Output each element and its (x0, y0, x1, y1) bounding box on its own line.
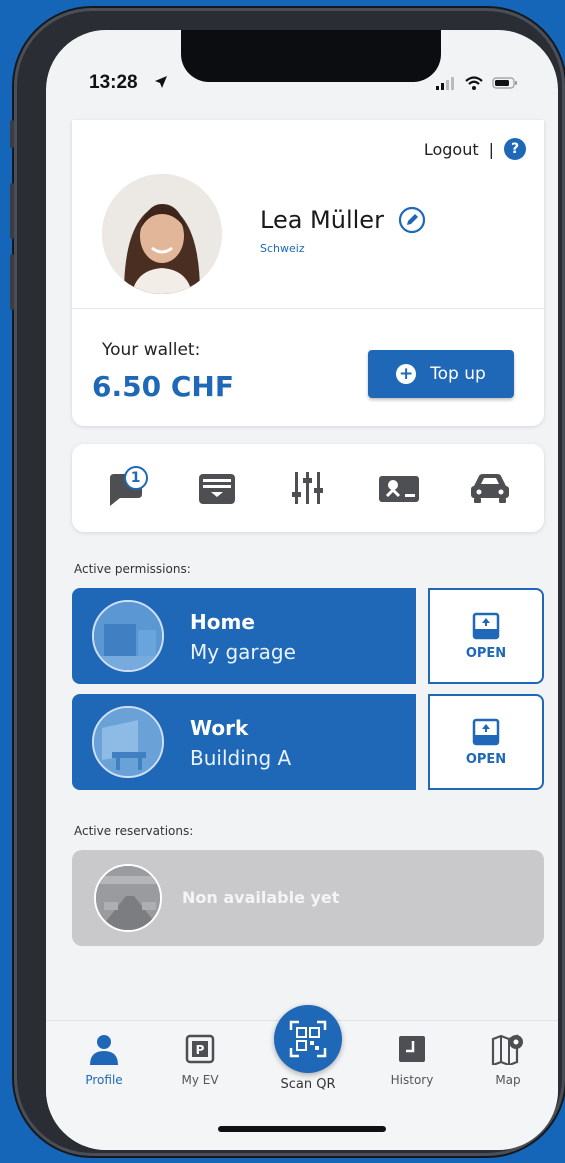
permission-subtitle: My garage (190, 640, 296, 664)
avatar-photo (102, 174, 222, 294)
office-photo (92, 706, 164, 778)
quick-actions-bar: 1 (72, 444, 544, 532)
svg-text:P: P (196, 1043, 205, 1057)
wallet-card-icon (198, 474, 235, 504)
permission-card-work[interactable]: Work Building A (72, 694, 416, 790)
reservation-placeholder: Non available yet (72, 850, 544, 946)
logout-link[interactable]: Logout (424, 140, 479, 159)
open-label: OPEN (465, 751, 507, 767)
volume-up-button (10, 183, 14, 239)
tab-map[interactable]: Map (468, 1033, 548, 1087)
signal-icon (436, 77, 454, 90)
header-actions: Logout | ? (424, 138, 526, 160)
silent-switch (10, 120, 14, 148)
ticket-icon (379, 476, 420, 502)
sliders-icon (291, 472, 323, 504)
messages-badge: 1 (123, 466, 148, 490)
open-label: OPEN (465, 645, 507, 661)
tab-label: Profile (85, 1073, 123, 1087)
tab-label: Scan QR (280, 1077, 336, 1092)
permission-title: Work (190, 716, 249, 740)
wallet-amount: 6.50 CHF (92, 370, 234, 403)
open-button-home[interactable]: OPEN (428, 588, 544, 684)
edit-icon[interactable] (398, 206, 426, 234)
phone-frame: 13:28 Logout | ? Lea Müller Schweiz Your… (10, 8, 565, 1156)
tab-label: My EV (181, 1073, 219, 1087)
vehicles-button[interactable] (462, 460, 518, 516)
user-country: Schweiz (260, 242, 305, 255)
tab-label: History (390, 1073, 434, 1087)
permission-subtitle: Building A (190, 746, 292, 770)
tab-history[interactable]: History (372, 1033, 452, 1087)
car-icon (471, 474, 510, 503)
garage-photo (92, 600, 164, 672)
messages-button[interactable]: 1 (98, 460, 154, 516)
tab-label: Map (495, 1073, 521, 1087)
parking-icon: P (185, 1034, 215, 1064)
profile-card: Logout | ? Lea Müller Schweiz Your walle… (72, 120, 544, 426)
permission-title: Home (190, 610, 255, 634)
vouchers-button[interactable] (371, 460, 427, 516)
status-bar: 13:28 (46, 66, 558, 96)
wallet-card-button[interactable] (189, 460, 245, 516)
settings-button[interactable] (280, 460, 336, 516)
tab-my-ev[interactable]: P My EV (160, 1033, 240, 1087)
person-icon (90, 1035, 118, 1065)
avatar[interactable] (102, 174, 222, 294)
wallet-label: Your wallet: (102, 340, 201, 360)
open-button-work[interactable]: OPEN (428, 694, 544, 790)
home-indicator[interactable] (218, 1126, 386, 1132)
history-icon (399, 1036, 425, 1062)
divider (72, 308, 544, 309)
map-icon (491, 1034, 523, 1065)
tab-profile[interactable]: Profile (64, 1033, 144, 1087)
permission-row-home: Home My garage OPEN (72, 588, 544, 684)
wifi-icon (465, 76, 483, 90)
top-up-button[interactable]: + Top up (368, 350, 514, 398)
top-up-label: Top up (430, 364, 486, 384)
battery-icon (492, 77, 517, 89)
app-screen: 13:28 Logout | ? Lea Müller Schweiz Your… (46, 30, 558, 1150)
user-name: Lea Müller (260, 206, 384, 234)
separator: | (488, 139, 494, 159)
plus-icon: + (396, 364, 417, 384)
status-time: 13:28 (89, 72, 138, 93)
permission-row-work: Work Building A OPEN (72, 694, 544, 790)
scan-qr-button[interactable] (274, 1005, 342, 1073)
gate-open-icon (472, 718, 500, 745)
permission-card-home[interactable]: Home My garage (72, 588, 416, 684)
gate-open-icon (472, 612, 500, 639)
status-icons (436, 76, 518, 90)
qr-icon (289, 1020, 327, 1058)
permissions-heading: Active permissions: (74, 562, 191, 576)
reservations-heading: Active reservations: (74, 824, 194, 838)
location-arrow-icon (155, 76, 167, 88)
help-icon[interactable]: ? (504, 138, 526, 160)
parking-photo (94, 864, 162, 932)
volume-down-button (10, 254, 14, 310)
reservation-empty-text: Non available yet (182, 888, 340, 907)
